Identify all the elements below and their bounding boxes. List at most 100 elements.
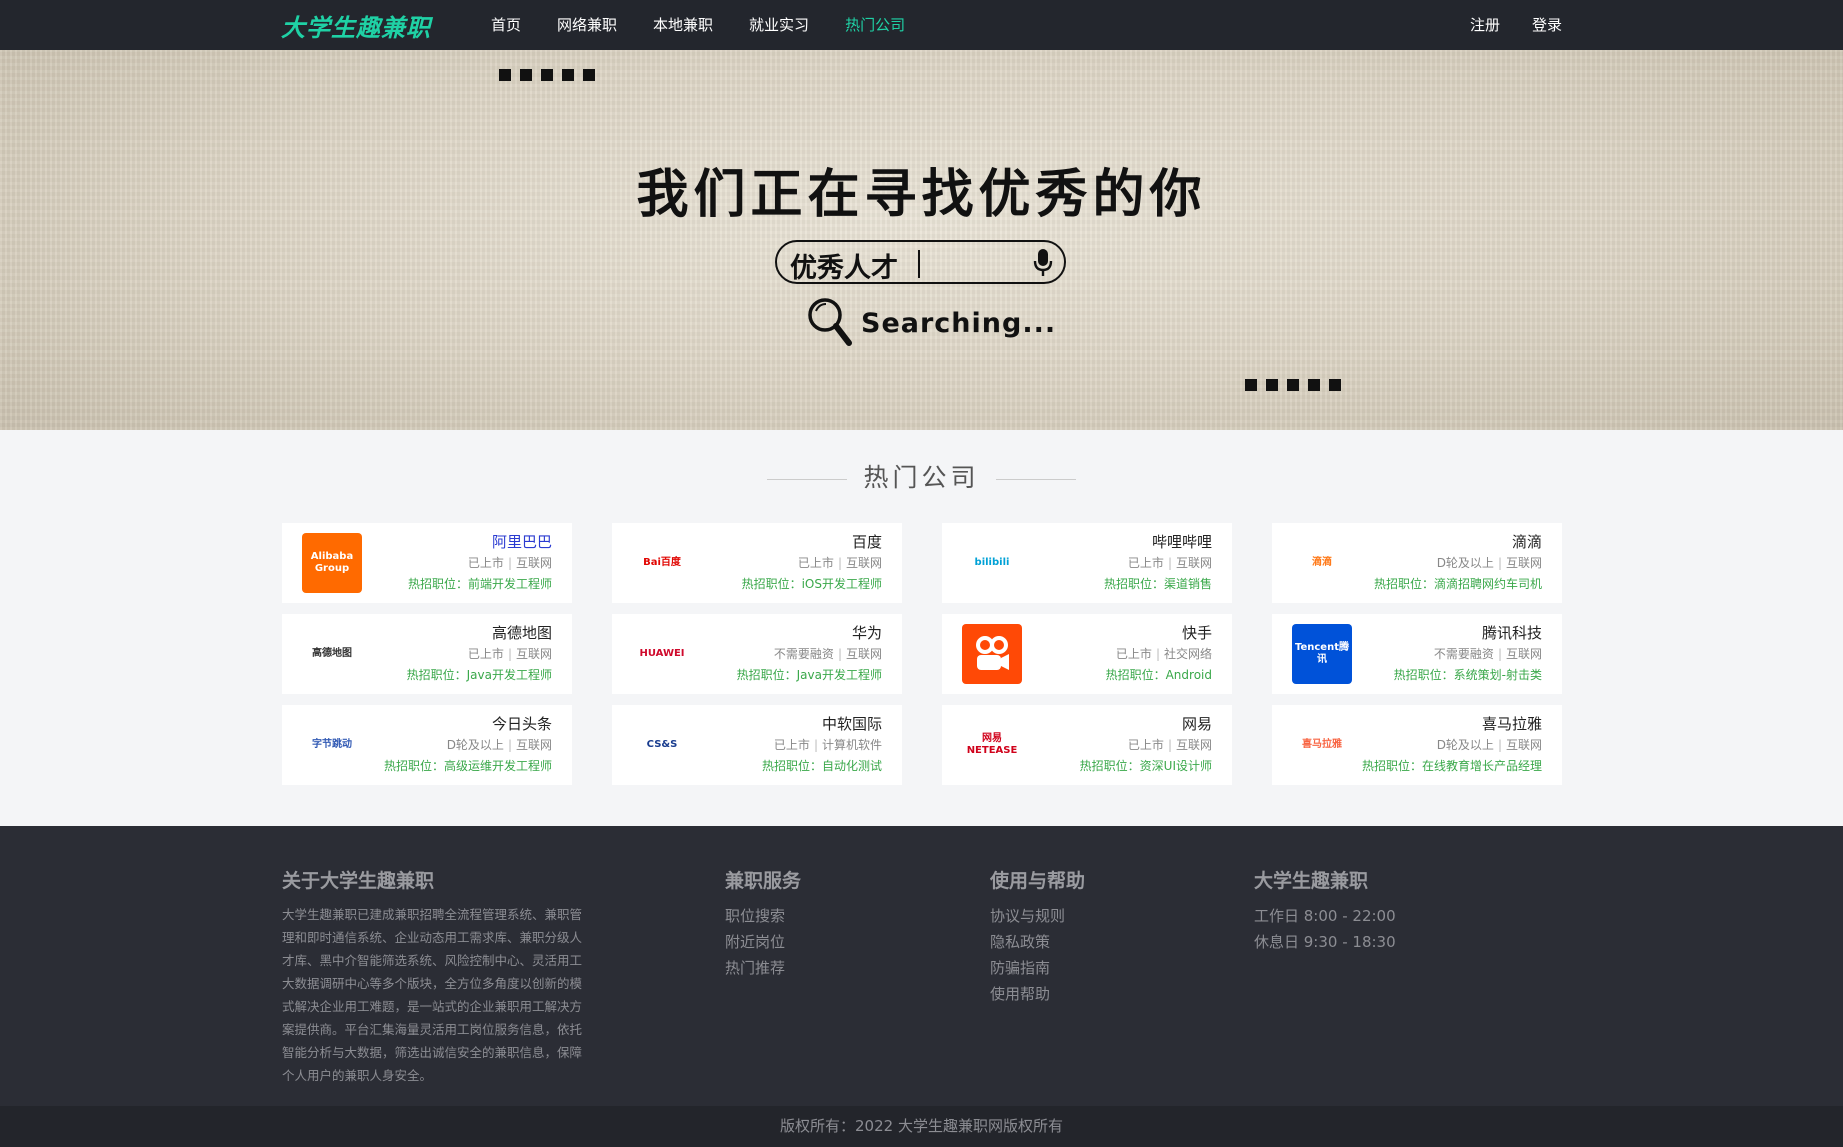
- company-info: 阿里巴巴 已上市 | 互联网 热招职位：前端开发工程师: [408, 532, 552, 594]
- company-hot-job[interactable]: 热招职位：Java开发工程师: [737, 665, 882, 685]
- company-hot-job[interactable]: 热招职位：自动化测试: [762, 756, 882, 776]
- company-card[interactable]: CS&S 中软国际 已上市 | 计算机软件 热招职位：自动化测试: [612, 705, 902, 785]
- company-name[interactable]: 哔哩哔哩: [1104, 532, 1212, 552]
- company-meta: D轮及以上 | 互联网: [384, 734, 552, 756]
- company-name[interactable]: 快手: [1106, 623, 1212, 643]
- login-link[interactable]: 登录: [1532, 0, 1562, 50]
- text-caret: [918, 250, 920, 278]
- company-name[interactable]: 网易: [1080, 714, 1212, 734]
- company-card[interactable]: 网易 NETEASE 网易 已上市 | 互联网 热招职位：资深UI设计师: [942, 705, 1232, 785]
- company-name[interactable]: 滴滴: [1374, 532, 1542, 552]
- company-logo: Tencent腾讯: [1292, 624, 1352, 684]
- meta-separator: |: [1497, 556, 1502, 570]
- register-link[interactable]: 注册: [1470, 0, 1500, 50]
- footer-link-job-search[interactable]: 职位搜索: [725, 903, 801, 929]
- company-logo: Bai百度: [632, 533, 692, 593]
- footer-link-privacy[interactable]: 隐私政策: [990, 929, 1085, 955]
- title-divider-right: [995, 478, 1076, 480]
- company-card[interactable]: Bai百度 百度已上市 | 互联网热招职位：iOS开发工程师: [612, 523, 902, 603]
- nav-online-jobs[interactable]: 网络兼职: [557, 0, 617, 50]
- company-logo-text: 高德地图: [312, 648, 352, 659]
- company-hot-job[interactable]: 热招职位：渠道销售: [1104, 574, 1212, 594]
- company-hot-job[interactable]: 热招职位：在线教育增长产品经理: [1362, 756, 1542, 776]
- company-name[interactable]: 高德地图: [407, 623, 552, 643]
- company-hot-job[interactable]: 热招职位：资深UI设计师: [1080, 756, 1212, 776]
- meta-separator: |: [1497, 647, 1502, 661]
- company-name[interactable]: 腾讯科技: [1394, 623, 1542, 643]
- company-logo: bilibili: [962, 533, 1022, 593]
- company-card[interactable]: HUAWEI 华为 不需要融资 | 互联网 热招职位：Java开发工程师: [612, 614, 902, 694]
- company-card[interactable]: 滴滴 滴滴 D轮及以上 | 互联网 热招职位：滴滴招聘网约车司机: [1272, 523, 1562, 603]
- meta-separator: |: [813, 738, 818, 752]
- footer-link-anti-fraud[interactable]: 防骗指南: [990, 955, 1085, 981]
- company-grid: Alibaba Group 阿里巴巴 已上市 | 互联网 热招职位：前端开发工程师 Bai百…: [282, 523, 1562, 785]
- company-logo: 网易 NETEASE: [962, 715, 1022, 775]
- nav-home[interactable]: 首页: [491, 0, 521, 50]
- company-logo: 滴滴: [1292, 533, 1352, 593]
- company-hot-job[interactable]: 热招职位：滴滴招聘网约车司机: [1374, 574, 1542, 594]
- footer-link-help[interactable]: 使用帮助: [990, 981, 1085, 1007]
- company-status: 已上市: [467, 556, 504, 570]
- company-industry: 计算机软件: [821, 738, 882, 752]
- company-card[interactable]: 字节跳动 今日头条 D轮及以上 | 互联网 热招职位：高级运维开发工程师: [282, 705, 572, 785]
- company-status: D轮及以上: [1436, 738, 1494, 752]
- company-name[interactable]: 今日头条: [384, 714, 552, 734]
- company-card[interactable]: 快手 已上市 | 社交网络 热招职位：Android: [942, 614, 1232, 694]
- footer-hours-title: 大学生趣兼职: [1254, 870, 1369, 892]
- company-logo-text: 网易 NETEASE: [966, 733, 1018, 756]
- company-logo: Alibaba Group: [302, 533, 362, 593]
- company-industry: 互联网: [515, 647, 552, 661]
- company-card[interactable]: bilibili 哔哩哔哩 已上市 | 互联网 热招职位：渠道销售: [942, 523, 1232, 603]
- company-name[interactable]: 华为: [737, 623, 882, 643]
- hero-search-query: 优秀人才: [790, 253, 898, 284]
- meta-separator: |: [507, 647, 512, 661]
- company-status: 已上市: [797, 556, 834, 570]
- company-info: 中软国际 已上市 | 计算机软件 热招职位：自动化测试: [762, 714, 882, 776]
- company-hot-job[interactable]: 热招职位：Android: [1106, 665, 1212, 685]
- company-logo: CS&S: [632, 715, 692, 775]
- footer-link-nearby[interactable]: 附近岗位: [725, 929, 801, 955]
- company-hot-job[interactable]: 热招职位：iOS开发工程师: [742, 574, 882, 594]
- company-info: 快手 已上市 | 社交网络 热招职位：Android: [1106, 623, 1212, 685]
- company-card[interactable]: Alibaba Group 阿里巴巴 已上市 | 互联网 热招职位：前端开发工程师: [282, 523, 572, 603]
- footer: 关于大学生趣兼职 大学生趣兼职已建成兼职招聘全流程管理系统、兼职管理和即时通信系…: [0, 826, 1843, 1106]
- footer-link-recommend[interactable]: 热门推荐: [725, 955, 801, 981]
- nav-hot-companies[interactable]: 热门公司: [845, 0, 905, 50]
- site-logo[interactable]: 大学生趣兼职: [281, 8, 431, 43]
- footer-about: 关于大学生趣兼职 大学生趣兼职已建成兼职招聘全流程管理系统、兼职管理和即时通信系…: [282, 866, 592, 1087]
- auth-links: 注册 登录: [1438, 0, 1562, 50]
- footer-link-rules[interactable]: 协议与规则: [990, 903, 1085, 929]
- company-card[interactable]: Tencent腾讯 腾讯科技 不需要融资 | 互联网 热招职位：系统策划-射击类: [1272, 614, 1562, 694]
- company-name[interactable]: 阿里巴巴: [408, 532, 552, 552]
- company-card[interactable]: 喜马拉雅 喜马拉雅 D轮及以上 | 互联网 热招职位：在线教育增长产品经理: [1272, 705, 1562, 785]
- company-hot-job[interactable]: 热招职位：系统策划-射击类: [1394, 665, 1542, 685]
- company-status: 已上市: [1127, 738, 1164, 752]
- company-name[interactable]: 中软国际: [762, 714, 882, 734]
- company-name[interactable]: 百度: [742, 532, 882, 552]
- company-industry: 互联网: [845, 556, 882, 570]
- footer-about-text: 大学生趣兼职已建成兼职招聘全流程管理系统、兼职管理和即时通信系统、企业动态用工需…: [282, 907, 583, 1083]
- company-meta: 已上市 | 互联网: [408, 552, 552, 574]
- company-industry: 互联网: [1505, 556, 1542, 570]
- company-info: 滴滴 D轮及以上 | 互联网 热招职位：滴滴招聘网约车司机: [1374, 532, 1542, 594]
- nav-internship[interactable]: 就业实习: [749, 0, 809, 50]
- company-info: 高德地图 已上市 | 互联网 热招职位：Java开发工程师: [407, 623, 552, 685]
- nav-local-jobs[interactable]: 本地兼职: [653, 0, 713, 50]
- hot-companies-title: 热门公司: [0, 458, 1843, 494]
- company-info: 腾讯科技 不需要融资 | 互联网 热招职位：系统策划-射击类: [1394, 623, 1542, 685]
- meta-separator: |: [837, 556, 842, 570]
- company-hot-job[interactable]: 热招职位：Java开发工程师: [407, 665, 552, 685]
- company-status: 已上市: [1115, 647, 1152, 661]
- company-hot-job[interactable]: 热招职位：前端开发工程师: [408, 574, 552, 594]
- footer-help-title: 使用与帮助: [990, 870, 1086, 892]
- company-industry: 互联网: [1175, 556, 1212, 570]
- company-hot-job[interactable]: 热招职位：高级运维开发工程师: [384, 756, 552, 776]
- company-name[interactable]: 喜马拉雅: [1362, 714, 1542, 734]
- decorative-squares-bottom: [1245, 379, 1350, 391]
- hero-headline: 我们正在寻找优秀的你: [636, 165, 1207, 225]
- company-industry: 互联网: [515, 738, 552, 752]
- company-card[interactable]: 高德地图 高德地图 已上市 | 互联网 热招职位：Java开发工程师: [282, 614, 572, 694]
- company-logo: [962, 624, 1022, 684]
- footer-about-title: 关于大学生趣兼职: [282, 870, 435, 892]
- workday-hours: 工作日 8:00 - 22:00: [1254, 907, 1396, 925]
